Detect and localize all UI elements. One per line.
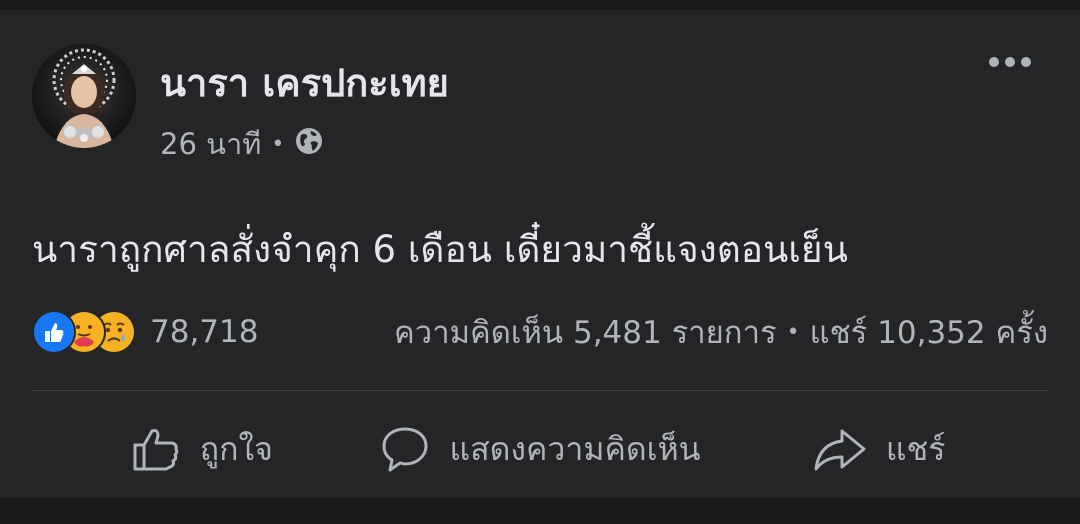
comment-label: แสดงความคิดเห็น — [449, 429, 701, 468]
share-arrow-icon — [812, 423, 868, 475]
comment-button[interactable]: แสดงความคิดเห็น — [371, 406, 710, 492]
share-label: แชร์ — [885, 429, 946, 468]
reaction-count[interactable]: 78,718 — [150, 314, 258, 350]
post-stats: 78,718 ความคิดเห็น 5,481 รายการ • แชร์ 1… — [32, 304, 1048, 360]
like-label: ถูกใจ — [199, 429, 273, 468]
more-dots-icon — [989, 57, 1031, 67]
post-card: นารา เครปกะเทย 26 นาที • นาราถูกศาลสั่งจ… — [0, 10, 1080, 498]
post-timestamp[interactable]: 26 นาที — [160, 121, 261, 167]
author-name[interactable]: นารา เครปกะเทย — [160, 52, 449, 113]
share-count[interactable]: แชร์ 10,352 ครั้ง — [810, 307, 1048, 357]
like-icon — [32, 310, 76, 354]
thumbs-up-icon — [130, 423, 182, 475]
comment-bubble-icon — [379, 423, 431, 475]
reaction-icons[interactable] — [32, 310, 136, 354]
like-button[interactable]: ถูกใจ — [32, 406, 371, 492]
comment-count[interactable]: ความคิดเห็น 5,481 รายการ — [394, 307, 777, 357]
divider — [32, 390, 1048, 391]
stats-separator: • — [786, 319, 800, 345]
action-bar: ถูกใจ แสดงความคิดเห็น แชร์ — [32, 406, 1048, 492]
engagement-summary: ความคิดเห็น 5,481 รายการ • แชร์ 10,352 ค… — [394, 307, 1048, 357]
meta-separator: • — [271, 131, 285, 157]
share-button[interactable]: แชร์ — [709, 406, 1048, 492]
post-meta: 26 นาที • — [160, 124, 324, 164]
author-avatar[interactable] — [32, 44, 136, 148]
post-message: นาราถูกศาลสั่งจำคุก 6 เดือน เดี๋ยวมาชี้แ… — [32, 228, 848, 271]
globe-icon — [294, 126, 324, 163]
more-options-button[interactable] — [986, 48, 1034, 76]
